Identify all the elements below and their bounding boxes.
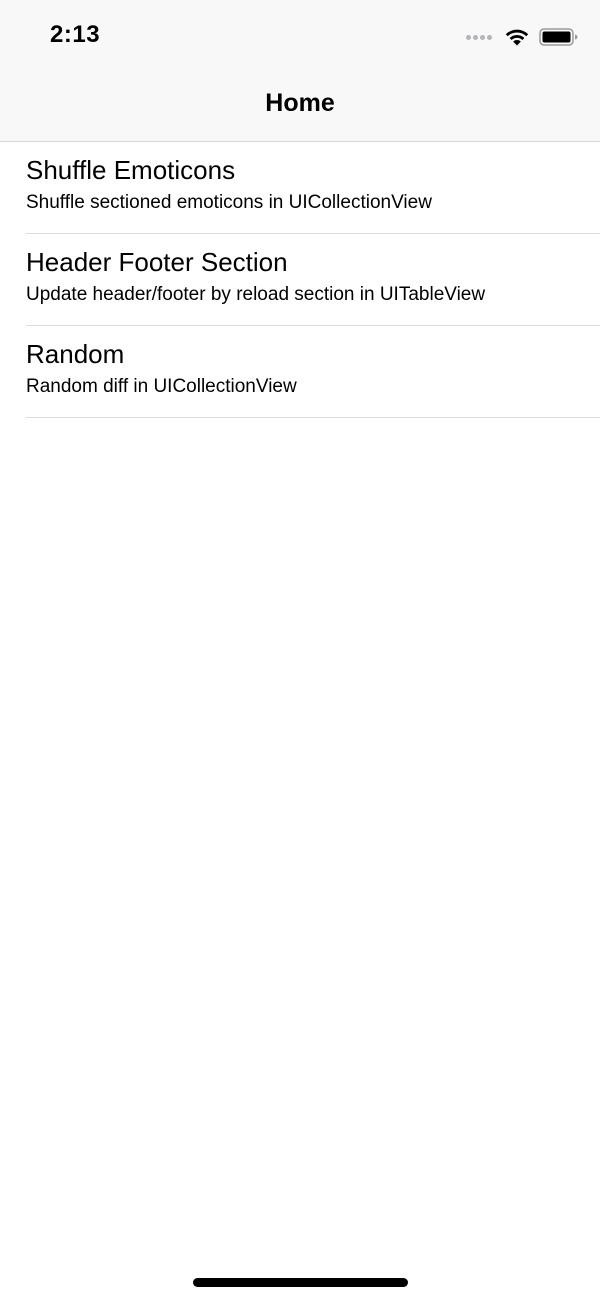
- home-indicator[interactable]: [193, 1278, 408, 1287]
- list-item-title: Header Footer Section: [26, 247, 288, 277]
- list-item-subtitle: Shuffle sectioned emoticons in UICollect…: [26, 192, 432, 213]
- status-icons: [466, 26, 579, 48]
- page-title: Home: [265, 89, 335, 117]
- status-time: 2:13: [50, 21, 101, 48]
- battery-icon: [539, 28, 578, 46]
- navigation-bar: 2:13 Home: [0, 0, 600, 142]
- list-item-random[interactable]: Random Random diff in UICollectionView: [26, 326, 600, 418]
- list-item-header-footer-section[interactable]: Header Footer Section Update header/foot…: [26, 234, 600, 326]
- list-item-subtitle: Update header/footer by reload section i…: [26, 284, 486, 305]
- home-list: Shuffle Emoticons Shuffle sectioned emot…: [0, 142, 600, 418]
- list-item-shuffle-emoticons[interactable]: Shuffle Emoticons Shuffle sectioned emot…: [26, 142, 600, 234]
- list-item-subtitle: Random diff in UICollectionView: [26, 376, 297, 397]
- list-item-title: Shuffle Emoticons: [26, 155, 236, 185]
- wifi-icon: [505, 29, 529, 46]
- screen: 2:13 Home Shuffle Emoticons Shuffle sect…: [0, 0, 600, 1300]
- list-item-title: Random: [26, 339, 125, 369]
- cellular-signal-icon: [466, 34, 494, 40]
